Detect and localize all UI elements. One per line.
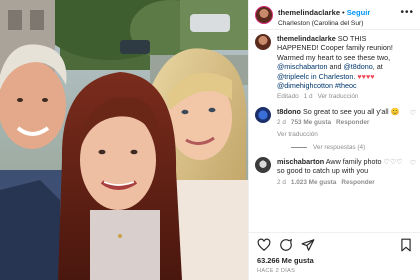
caption-item: themelindaclarke SO THIS HAPPENED! Coope…: [255, 34, 414, 102]
author-avatar[interactable]: [255, 5, 273, 24]
hashtag-theoc[interactable]: #theoc: [335, 81, 357, 90]
mention-t8dono[interactable]: @t8dono: [343, 62, 372, 71]
comment-emoji: 😊: [390, 106, 400, 116]
more-options-icon[interactable]: •••: [400, 7, 414, 18]
mention-mischabarton[interactable]: @mischabarton: [277, 62, 327, 71]
post-sidebar: themelindaclarke • Seguir Charleston (Caro…: [248, 0, 420, 280]
post-actions: 63.266 Me gusta HACE 2 DÍAS: [249, 232, 420, 280]
instagram-post: themelindaclarke • Seguir Charleston (Caro…: [0, 0, 420, 280]
comment-item: t8dono So great to see you all y'all 😊 2…: [255, 106, 416, 139]
comment-text-2: so good to catch up with you: [277, 166, 369, 176]
comment-hearts: ♡♡♡: [383, 157, 403, 167]
comment-time: 2 d: [277, 119, 286, 127]
like-heart-icon[interactable]: [257, 238, 271, 252]
caption-avatar[interactable]: [255, 34, 271, 50]
comment-bubble-icon[interactable]: [279, 238, 293, 252]
caption-hearts: ♥♥♥♥: [357, 71, 375, 81]
selfie-image: [0, 0, 248, 280]
comment-like-heart-icon[interactable]: ♡: [410, 109, 416, 117]
comment-text: Aww family photo: [325, 157, 382, 167]
caption-text-2: and: [327, 62, 344, 72]
separator-dot: •: [342, 7, 345, 17]
mention-dimehighcotton[interactable]: @dimehighcotton: [277, 81, 333, 90]
share-paper-plane-icon[interactable]: [301, 238, 315, 252]
author-username[interactable]: themelindaclarke: [278, 8, 340, 17]
comment-likes[interactable]: 753 Me gusta: [291, 119, 331, 126]
edited-label: Editado: [277, 93, 299, 101]
comment-username[interactable]: t8dono: [277, 107, 301, 116]
comment-body: mischabarton Aww family photo ♡♡♡ so goo…: [277, 157, 405, 187]
comment-meta: 2 d 753 Me gusta Responder: [277, 118, 405, 127]
author-info: themelindaclarke • Seguir Charleston (Caro…: [278, 2, 370, 28]
action-icons: [257, 237, 413, 253]
caption-time: 1 d: [303, 93, 313, 101]
comment-reply-button[interactable]: Responder: [341, 179, 374, 186]
comment-likes[interactable]: 1.023 Me gusta: [291, 179, 336, 186]
post-location[interactable]: Charleston (Carolina del Sur): [278, 20, 370, 28]
replies-divider: [291, 147, 307, 149]
comment-item: mischabarton Aww family photo ♡♡♡ so goo…: [255, 157, 416, 187]
comment-reply-button[interactable]: Responder: [336, 119, 369, 126]
comment-time: 2 d: [277, 178, 286, 186]
comment-avatar-t8dono[interactable]: [255, 106, 271, 123]
comment-avatar-mischabarton[interactable]: [255, 157, 271, 174]
comments-list: themelindaclarke SO THIS HAPPENED! Coope…: [249, 30, 420, 226]
save-bookmark-icon[interactable]: [399, 238, 413, 252]
comment-text: So great to see you all y'all: [302, 106, 389, 116]
caption-meta: Editado 1 d Ver traducción: [277, 92, 405, 101]
likes-count[interactable]: 63.266 Me gusta: [257, 256, 413, 265]
view-replies-label[interactable]: Ver respuestas (4): [313, 144, 365, 151]
caption-body: themelindaclarke SO THIS HAPPENED! Coope…: [277, 34, 405, 102]
follow-button[interactable]: Seguir: [347, 8, 371, 17]
post-photo[interactable]: [0, 0, 248, 280]
post-date: HACE 2 DÍAS: [257, 268, 296, 274]
mention-tripleelc[interactable]: @tripleelc in Charleston.: [277, 72, 355, 81]
caption-username[interactable]: themelindaclarke: [277, 34, 336, 43]
caption-text-3: , at: [372, 62, 383, 72]
caption-translate-link[interactable]: Ver traducción: [318, 93, 359, 100]
view-replies-link[interactable]: Ver respuestas (4): [291, 144, 414, 151]
post-header: themelindaclarke • Seguir Charleston (Caro…: [249, 0, 420, 30]
comment-body: t8dono So great to see you all y'all 😊 2…: [277, 107, 405, 139]
comment-username[interactable]: mischabarton: [277, 157, 324, 166]
comment-meta: 2 d 1.023 Me gusta Responder: [277, 178, 405, 187]
comment-translate-link[interactable]: Ver traducción: [277, 130, 405, 139]
comment-like-heart-icon[interactable]: ♡: [410, 159, 416, 167]
